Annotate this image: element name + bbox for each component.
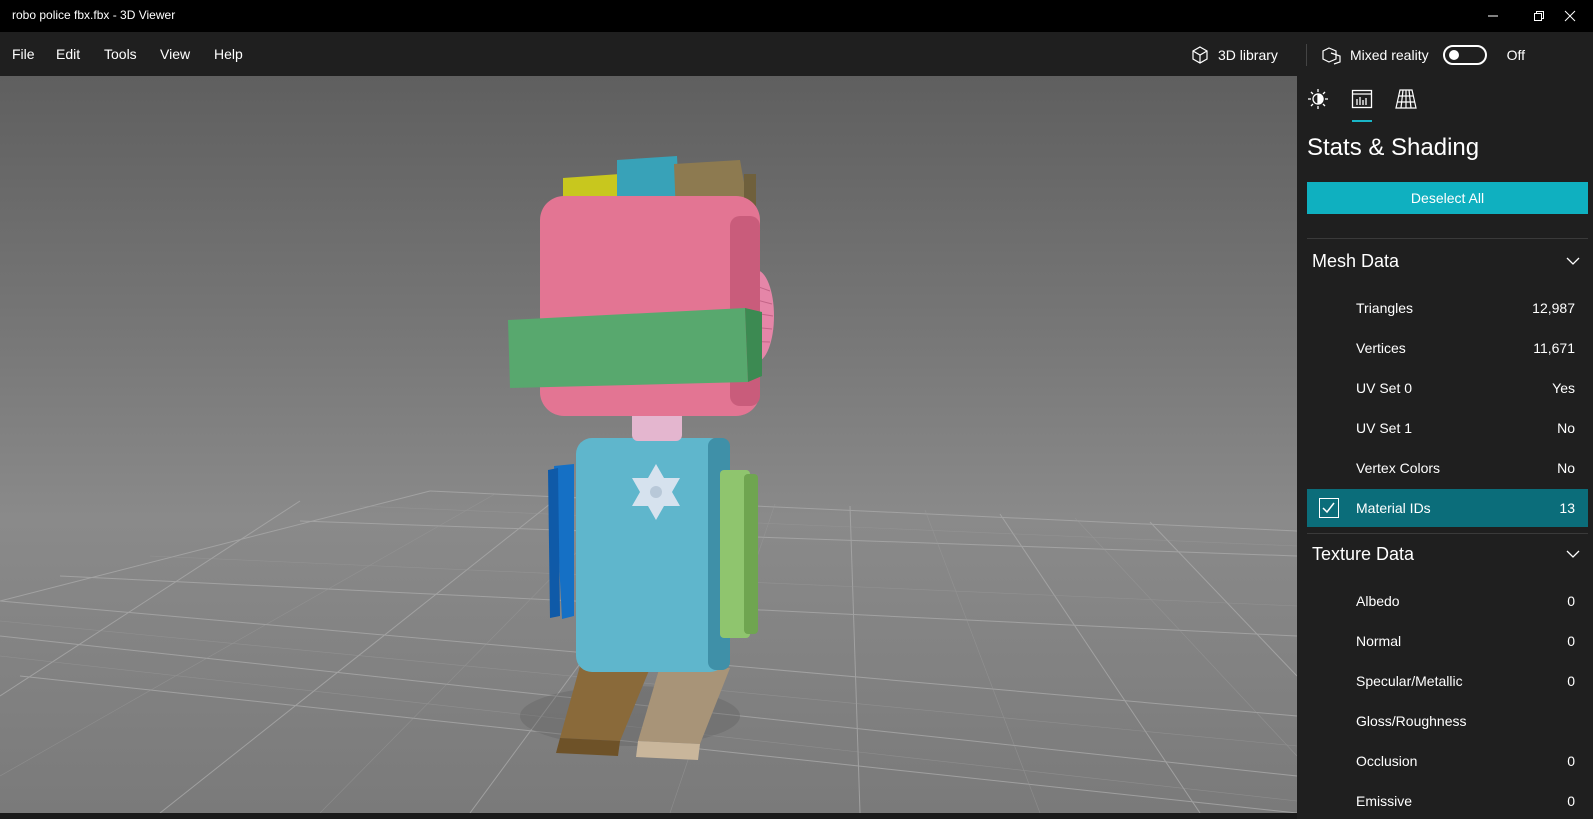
row-label: Normal bbox=[1356, 633, 1402, 649]
menu-view[interactable]: View bbox=[160, 46, 190, 62]
texture-data-label: Texture Data bbox=[1312, 544, 1415, 564]
menu-help[interactable]: Help bbox=[214, 46, 243, 62]
texture-row-occlusion[interactable]: Occlusion 0 bbox=[1307, 742, 1588, 780]
mesh-row-material-ids[interactable]: Material IDs 13 bbox=[1307, 489, 1588, 527]
toggle-knob bbox=[1448, 50, 1459, 60]
robot-head bbox=[508, 156, 774, 416]
close-icon bbox=[1564, 10, 1576, 22]
row-value: Yes bbox=[1552, 380, 1575, 396]
mixed-reality-label: Mixed reality bbox=[1350, 47, 1429, 63]
texture-row-emissive[interactable]: Emissive 0 bbox=[1307, 782, 1588, 819]
title-bar: robo police fbx.fbx - 3D Viewer bbox=[0, 0, 1593, 32]
texture-row-normal[interactable]: Normal 0 bbox=[1307, 622, 1588, 660]
mixed-reality-icon bbox=[1322, 47, 1341, 65]
row-value: 0 bbox=[1567, 673, 1575, 689]
window-title: robo police fbx.fbx - 3D Viewer bbox=[12, 8, 176, 22]
row-label: UV Set 0 bbox=[1356, 380, 1413, 396]
checkmark-icon bbox=[1322, 502, 1335, 514]
viewport-bottom-edge bbox=[0, 813, 1297, 819]
restore-icon bbox=[1534, 11, 1544, 21]
menu-bar: File Edit Tools View Help 3D library Mix… bbox=[0, 32, 1593, 76]
robot-body bbox=[548, 438, 758, 672]
menu-tools[interactable]: Tools bbox=[104, 46, 137, 62]
grid-tab-icon[interactable] bbox=[1395, 88, 1417, 110]
row-label: Triangles bbox=[1356, 300, 1414, 316]
stats-tab-icon[interactable] bbox=[1351, 88, 1373, 110]
scene-render bbox=[0, 156, 1297, 813]
row-label: UV Set 1 bbox=[1356, 420, 1413, 436]
active-tab-indicator bbox=[1352, 120, 1372, 122]
row-value: 11,671 bbox=[1533, 340, 1575, 356]
3d-library-label: 3D library bbox=[1218, 47, 1278, 63]
mesh-data-label: Mesh Data bbox=[1312, 251, 1400, 271]
mesh-row-uv-set-0[interactable]: UV Set 0 Yes bbox=[1307, 369, 1588, 407]
row-value: 0 bbox=[1567, 633, 1575, 649]
divider bbox=[1307, 533, 1588, 534]
panel-tabs bbox=[1297, 76, 1593, 124]
divider bbox=[1307, 238, 1588, 239]
row-label: Specular/Metallic bbox=[1356, 673, 1463, 689]
row-value: 0 bbox=[1567, 793, 1575, 809]
row-label: Vertex Colors bbox=[1356, 460, 1441, 476]
menu-edit[interactable]: Edit bbox=[56, 46, 80, 62]
toggle-state-label: Off bbox=[1506, 47, 1526, 63]
mixed-reality-control[interactable]: Mixed reality Off bbox=[1322, 44, 1525, 66]
mesh-row-triangles[interactable]: Triangles 12,987 bbox=[1307, 289, 1588, 327]
3d-library-button[interactable]: 3D library bbox=[1190, 44, 1278, 66]
stats-shading-panel: Stats & Shading Deselect All Mesh Data T… bbox=[1297, 76, 1593, 819]
toolbar-separator bbox=[1306, 44, 1307, 66]
row-value: 0 bbox=[1567, 593, 1575, 609]
chevron-down-icon bbox=[1566, 257, 1580, 265]
row-label: Vertices bbox=[1356, 340, 1406, 356]
close-button[interactable] bbox=[1547, 0, 1593, 32]
row-label: Emissive bbox=[1356, 793, 1413, 809]
texture-row-albedo[interactable]: Albedo 0 bbox=[1307, 582, 1588, 620]
row-label: Material IDs bbox=[1356, 500, 1431, 516]
mesh-data-header[interactable]: Mesh Data bbox=[1307, 242, 1588, 282]
menu-file[interactable]: File bbox=[12, 46, 35, 62]
minimize-button[interactable] bbox=[1470, 0, 1516, 32]
texture-row-gloss-roughness[interactable]: Gloss/Roughness bbox=[1307, 702, 1588, 740]
panel-title: Stats & Shading bbox=[1307, 134, 1480, 161]
row-value: 13 bbox=[1559, 500, 1575, 516]
deselect-all-button[interactable]: Deselect All bbox=[1307, 182, 1588, 214]
minimize-icon bbox=[1488, 15, 1498, 17]
row-value: 0 bbox=[1567, 753, 1575, 769]
row-label: Occlusion bbox=[1356, 753, 1418, 769]
mesh-row-vertex-colors[interactable]: Vertex Colors No bbox=[1307, 449, 1588, 487]
texture-data-header[interactable]: Texture Data bbox=[1307, 535, 1588, 575]
row-label: Gloss/Roughness bbox=[1356, 713, 1467, 729]
mesh-row-uv-set-1[interactable]: UV Set 1 No bbox=[1307, 409, 1588, 447]
chevron-down-icon bbox=[1566, 550, 1580, 558]
row-value: No bbox=[1557, 420, 1575, 436]
row-label: Albedo bbox=[1356, 593, 1400, 609]
row-value: No bbox=[1557, 460, 1575, 476]
lighting-tab-icon[interactable] bbox=[1307, 88, 1329, 110]
mixed-reality-toggle[interactable] bbox=[1442, 45, 1487, 65]
texture-row-specular-metallic[interactable]: Specular/Metallic 0 bbox=[1307, 662, 1588, 700]
cube-icon bbox=[1192, 46, 1208, 64]
material-ids-checkbox[interactable] bbox=[1319, 498, 1339, 518]
3d-viewport[interactable] bbox=[0, 76, 1297, 813]
mesh-row-vertices[interactable]: Vertices 11,671 bbox=[1307, 329, 1588, 367]
row-value: 12,987 bbox=[1532, 300, 1575, 316]
